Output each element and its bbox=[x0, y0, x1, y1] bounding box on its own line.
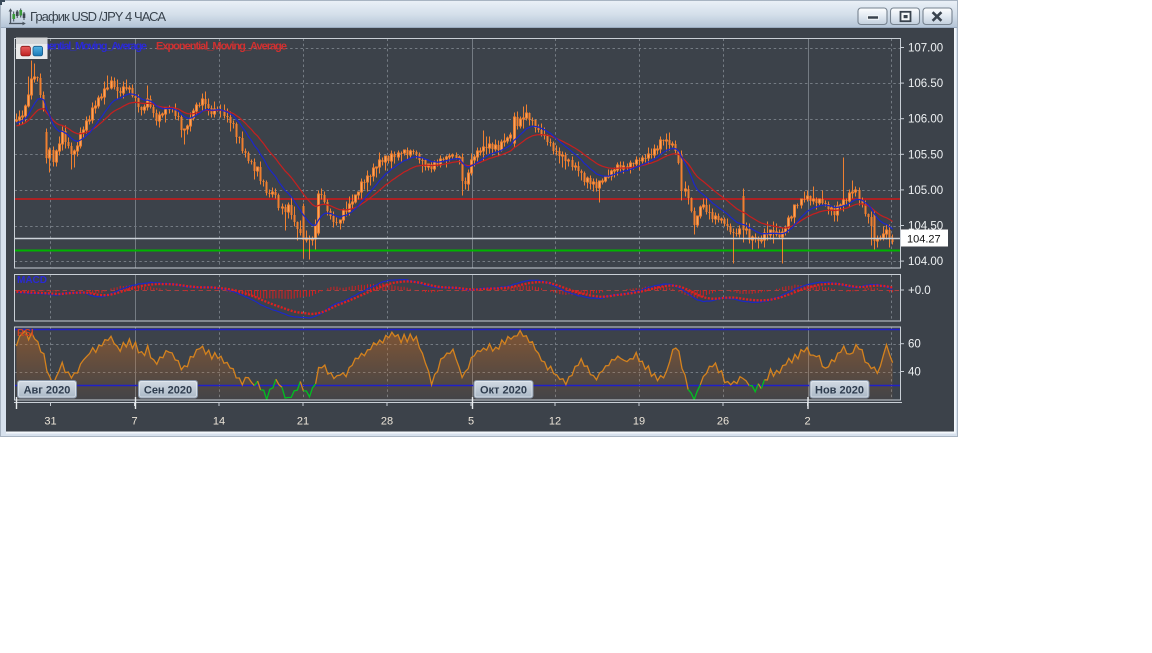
svg-text:60: 60 bbox=[908, 339, 921, 351]
svg-text:12: 12 bbox=[549, 416, 561, 428]
svg-text:2: 2 bbox=[804, 416, 810, 428]
svg-text:5: 5 bbox=[468, 416, 474, 428]
svg-text:104.27: 104.27 bbox=[907, 234, 941, 246]
svg-text:7: 7 bbox=[131, 416, 137, 428]
svg-text:MACD: MACD bbox=[17, 275, 47, 286]
svg-text:Авг 2020: Авг 2020 bbox=[24, 385, 71, 397]
svg-text:105.50: 105.50 bbox=[908, 149, 943, 161]
svg-text:105.00: 105.00 bbox=[908, 185, 943, 197]
svg-text:28: 28 bbox=[381, 416, 393, 428]
svg-text:106.50: 106.50 bbox=[908, 78, 943, 90]
svg-text:14: 14 bbox=[213, 416, 225, 428]
svg-text:31: 31 bbox=[44, 416, 56, 428]
svg-text:106.00: 106.00 bbox=[908, 114, 943, 126]
svg-text:+0.0: +0.0 bbox=[908, 285, 931, 297]
svg-text:40: 40 bbox=[908, 367, 921, 379]
svg-text:Окт 2020: Окт 2020 bbox=[480, 385, 527, 397]
svg-text:104.00: 104.00 bbox=[908, 256, 943, 268]
svg-text:Нов 2020: Нов 2020 bbox=[815, 385, 864, 397]
svg-text:107.00: 107.00 bbox=[908, 43, 943, 55]
svg-text:21: 21 bbox=[297, 416, 309, 428]
svg-text:График USD /JPY 4 ЧАСА: График USD /JPY 4 ЧАСА bbox=[30, 9, 166, 24]
svg-text:26: 26 bbox=[717, 416, 729, 428]
svg-text:RSI: RSI bbox=[17, 328, 34, 339]
svg-text:19: 19 bbox=[633, 416, 645, 428]
svg-text:Сен 2020: Сен 2020 bbox=[144, 385, 192, 397]
svg-text:Exponential_Moving_Average: Exponential_Moving_Average bbox=[156, 41, 287, 53]
